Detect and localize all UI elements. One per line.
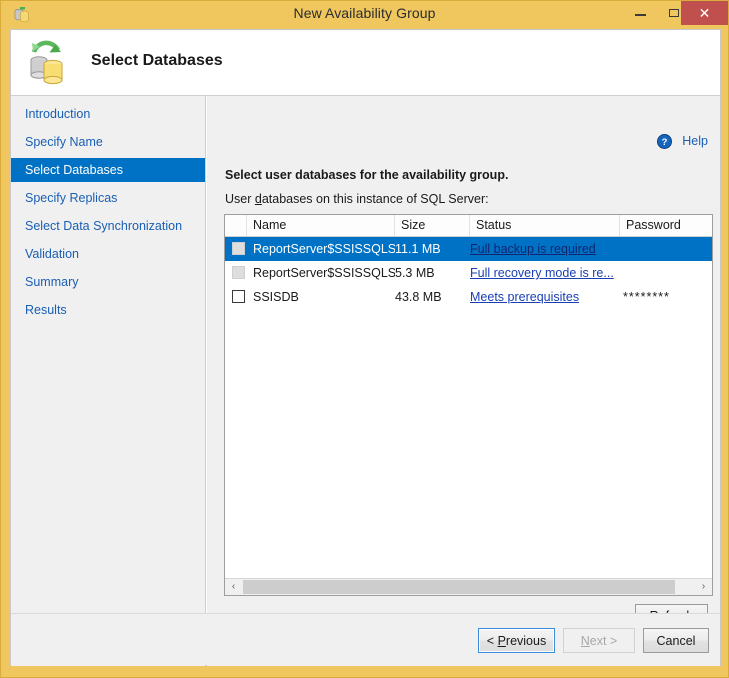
window-title: New Availability Group	[293, 5, 436, 21]
minimize-button[interactable]	[626, 1, 654, 25]
close-button[interactable]: ✕	[681, 1, 728, 25]
cell-status: Full recovery mode is re...	[470, 261, 620, 285]
cancel-button[interactable]: Cancel	[643, 628, 709, 653]
database-sync-icon	[21, 36, 77, 88]
cell-password: ********	[623, 290, 670, 304]
database-list[interactable]: Name Size Status Password ReportServer$S…	[224, 214, 713, 596]
content-pane: ? Help Select user databases for the ava…	[207, 96, 720, 666]
column-header-password[interactable]: Password	[620, 215, 712, 236]
close-icon: ✕	[698, 5, 711, 21]
maximize-icon	[669, 9, 679, 17]
list-column-headers: Name Size Status Password	[225, 215, 712, 237]
sidebar-item-specify-replicas[interactable]: Specify Replicas	[11, 186, 205, 210]
page-header: Select Databases	[11, 30, 720, 96]
page-title: Select Databases	[91, 52, 223, 69]
instruction-subheading: User databases on this instance of SQL S…	[225, 192, 489, 206]
table-row[interactable]: ReportServer$SSISSQLSER... 5.3 MB Full r…	[225, 261, 712, 285]
instruction-suffix: atabases on this instance of SQL Server:	[261, 192, 489, 206]
status-link[interactable]: Full recovery mode is re...	[470, 266, 614, 280]
status-link[interactable]: Full backup is required	[470, 242, 596, 256]
row-checkbox[interactable]	[232, 290, 245, 303]
sidebar-item-validation[interactable]: Validation	[11, 242, 205, 266]
wizard-footer: < Previous Next > Cancel	[11, 613, 720, 665]
cell-name: SSISDB	[253, 290, 299, 304]
client-area: Select Databases Introduction Specify Na…	[10, 29, 721, 666]
column-header-name[interactable]: Name	[247, 215, 395, 236]
title-bar: New Availability Group ✕	[1, 1, 728, 29]
row-checkbox[interactable]	[232, 266, 245, 279]
sidebar-item-results[interactable]: Results	[11, 298, 205, 322]
window-frame: New Availability Group ✕ Select Database…	[0, 0, 729, 678]
next-button[interactable]: Next >	[563, 628, 635, 653]
wizard-sidebar: Introduction Specify Name Select Databas…	[11, 96, 206, 666]
help-link[interactable]: Help	[682, 134, 708, 148]
instruction-accesskey: d	[254, 192, 262, 206]
sidebar-item-select-data-synchronization[interactable]: Select Data Synchronization	[11, 214, 205, 238]
row-checkbox[interactable]	[232, 242, 245, 255]
previous-accesskey: P	[497, 633, 506, 648]
cell-status: Meets prerequisites	[470, 285, 620, 309]
help-circle-icon[interactable]: ?	[657, 134, 672, 149]
horizontal-scrollbar[interactable]: ‹ ›	[225, 578, 712, 595]
minimize-icon	[635, 14, 646, 16]
column-header-size[interactable]: Size	[395, 215, 470, 236]
scroll-left-arrow-icon[interactable]: ‹	[225, 579, 242, 595]
sidebar-item-select-databases[interactable]: Select Databases	[11, 158, 205, 182]
previous-label-prefix: <	[486, 633, 498, 648]
instruction-heading: Select user databases for the availabili…	[225, 168, 509, 182]
status-link[interactable]: Meets prerequisites	[470, 290, 579, 304]
table-row[interactable]: SSISDB 43.8 MB Meets prerequisites *****…	[225, 285, 712, 309]
sidebar-item-introduction[interactable]: Introduction	[11, 102, 205, 126]
previous-label-suffix: revious	[505, 633, 547, 648]
scrollbar-thumb[interactable]	[243, 580, 675, 594]
cell-status: Full backup is required	[470, 237, 620, 261]
list-rows: ReportServer$SSISSQLSER... 11.1 MB Full …	[225, 237, 712, 571]
cell-size: 5.3 MB	[395, 266, 435, 280]
sidebar-item-summary[interactable]: Summary	[11, 270, 205, 294]
cell-size: 11.1 MB	[395, 242, 441, 256]
table-row[interactable]: ReportServer$SSISSQLSER... 11.1 MB Full …	[225, 237, 712, 261]
cell-password	[623, 237, 711, 261]
next-label-suffix: ext >	[589, 633, 618, 648]
cell-name: ReportServer$SSISSQLSER...	[253, 266, 395, 280]
cell-password	[623, 261, 711, 285]
column-header-checkbox[interactable]	[225, 215, 247, 236]
instruction-prefix: User	[225, 192, 255, 206]
svg-text:?: ?	[662, 137, 668, 148]
column-header-status[interactable]: Status	[470, 215, 620, 236]
scroll-right-arrow-icon[interactable]: ›	[695, 579, 712, 595]
previous-button[interactable]: < Previous	[478, 628, 555, 653]
cell-size: 43.8 MB	[395, 290, 442, 304]
cell-name: ReportServer$SSISSQLSER...	[253, 242, 395, 256]
sidebar-item-specify-name[interactable]: Specify Name	[11, 130, 205, 154]
next-accesskey: N	[580, 633, 590, 648]
